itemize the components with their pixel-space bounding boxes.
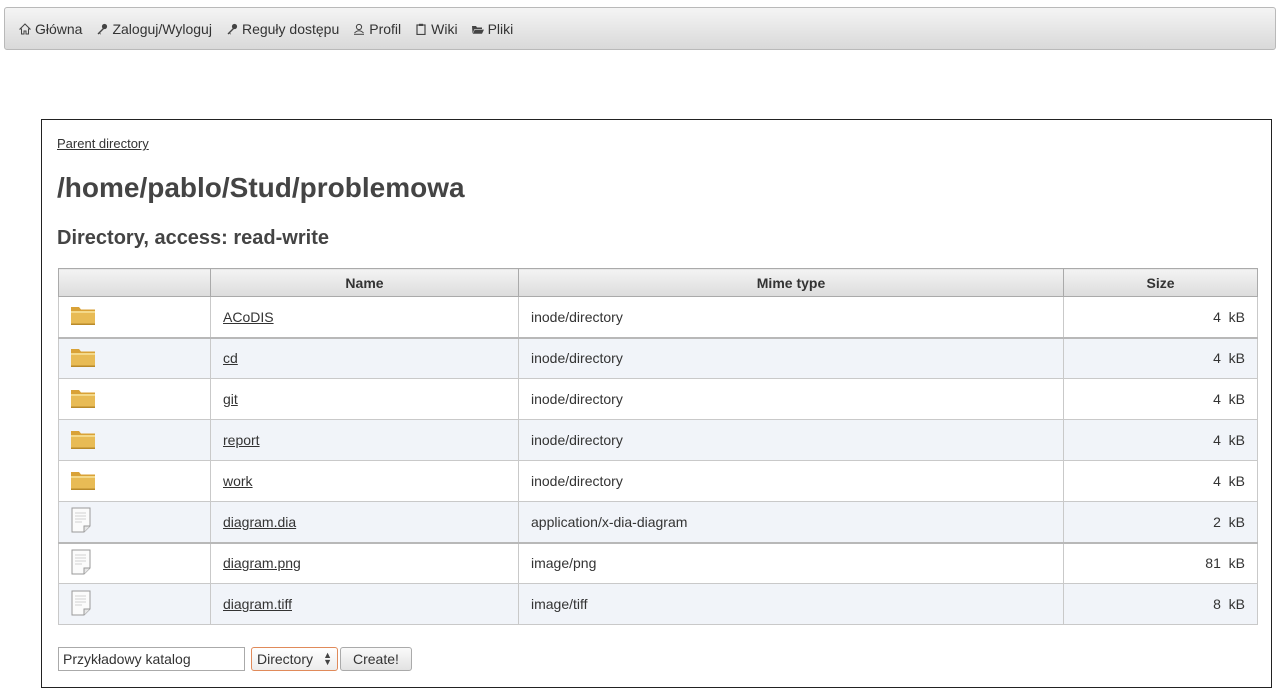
row-size-cell: 8 kB — [1063, 583, 1258, 625]
table-row: cd inode/directory 4 kB — [58, 336, 1258, 379]
file-icon — [70, 507, 92, 536]
nav-files[interactable]: Pliki — [471, 20, 514, 37]
select-arrows-icon: ▲ ▼ — [323, 650, 332, 667]
row-size-cell: 4 kB — [1063, 460, 1258, 502]
create-bar: Directory ▲▼ Create! — [58, 647, 412, 671]
nav-login-logout-label: Zaloguj/Wyloguj — [112, 20, 212, 37]
nav-profile[interactable]: Profil — [352, 21, 401, 37]
file-name-link[interactable]: cd — [223, 350, 238, 366]
key-icon — [225, 22, 239, 36]
file-name-link[interactable]: diagram.png — [223, 555, 301, 571]
folder-icon — [70, 346, 96, 371]
row-icon-cell — [58, 583, 211, 625]
row-name-cell: diagram.tiff — [210, 583, 519, 625]
file-icon — [70, 549, 92, 578]
folder-icon — [70, 304, 96, 329]
row-mime-cell: inode/directory — [518, 419, 1064, 461]
file-name-link[interactable]: git — [223, 391, 238, 407]
folder-icon — [70, 428, 96, 453]
row-icon-cell — [58, 296, 211, 338]
table-row: report inode/directory 4 kB — [58, 419, 1258, 461]
file-name-link[interactable]: report — [223, 432, 260, 448]
clipboard-icon — [414, 22, 428, 36]
directory-path-title: /home/pablo/Stud/problemowa — [57, 172, 465, 203]
row-size-cell: 4 kB — [1063, 419, 1258, 461]
access-heading: Directory, access: read-write — [57, 227, 329, 249]
column-header-name[interactable]: Name — [210, 268, 519, 297]
row-mime-cell: application/x-dia-diagram — [518, 501, 1064, 543]
item-type-select-value: Directory — [257, 651, 314, 667]
nav-login-logout[interactable]: Zaloguj/Wyloguj — [95, 20, 212, 37]
column-header-icon — [58, 268, 211, 297]
row-mime-cell: inode/directory — [518, 378, 1064, 420]
row-size-cell: 4 kB — [1063, 336, 1258, 379]
table-header-row: Name Mime type Size — [58, 268, 1258, 297]
user-icon — [352, 22, 366, 36]
home-icon — [18, 22, 32, 36]
row-name-cell: diagram.png — [210, 541, 519, 584]
file-name-link[interactable]: work — [223, 473, 253, 489]
column-header-size[interactable]: Size — [1063, 268, 1258, 297]
folder-icon — [70, 469, 96, 494]
top-navbar: Główna Zaloguj/Wyloguj Reguły dostępu Pr… — [4, 7, 1276, 50]
nav-files-label: Pliki — [487, 20, 514, 37]
table-row: git inode/directory 4 kB — [58, 378, 1258, 420]
row-mime-cell: image/png — [518, 541, 1064, 584]
table-row: diagram.tiff image/tiff 8 kB — [58, 583, 1258, 625]
table-row: diagram.dia application/x-dia-diagram 2 kB — [58, 501, 1258, 543]
row-name-cell: ACoDIS — [210, 296, 519, 338]
column-header-mime[interactable]: Mime type — [518, 268, 1064, 297]
row-name-cell: work — [210, 460, 519, 502]
row-icon-cell — [58, 419, 211, 461]
table-row: ACoDIS inode/directory 4 kB — [58, 296, 1258, 338]
row-name-cell: git — [210, 378, 519, 420]
parent-directory-link[interactable]: Parent directory — [57, 136, 149, 151]
row-mime-cell: inode/directory — [518, 336, 1064, 379]
nav-access-rules[interactable]: Reguły dostępu — [225, 21, 339, 37]
nav-profile-label: Profil — [369, 20, 402, 37]
file-name-link[interactable]: ACoDIS — [223, 309, 274, 325]
row-name-cell: diagram.dia — [210, 501, 519, 543]
row-icon-cell — [58, 460, 211, 502]
row-icon-cell — [58, 378, 211, 420]
row-mime-cell: inode/directory — [518, 460, 1064, 502]
row-size-cell: 4 kB — [1063, 378, 1258, 420]
row-size-cell: 2 kB — [1063, 501, 1258, 543]
row-mime-cell: image/tiff — [518, 583, 1064, 625]
folder-icon — [70, 387, 96, 412]
row-icon-cell — [58, 501, 211, 543]
row-name-cell: report — [210, 419, 519, 461]
row-size-cell: 4 kB — [1063, 296, 1258, 338]
file-icon — [70, 590, 92, 619]
file-table: Name Mime type Size ACoDIS inode/director… — [58, 268, 1258, 625]
table-row: diagram.png image/png 81 kB — [58, 541, 1258, 584]
create-button[interactable]: Create! — [340, 647, 412, 671]
file-name-link[interactable]: diagram.tiff — [223, 596, 292, 612]
nav-home-label: Główna — [35, 20, 83, 37]
nav-access-rules-label: Reguły dostępu — [241, 20, 340, 37]
row-size-cell: 81 kB — [1063, 541, 1258, 584]
file-name-link[interactable]: diagram.dia — [223, 514, 296, 530]
row-icon-cell — [58, 336, 211, 379]
nav-wiki[interactable]: Wiki — [414, 20, 458, 37]
row-name-cell: cd — [210, 336, 519, 379]
folder-open-icon — [471, 22, 485, 36]
new-item-name-input[interactable] — [58, 647, 245, 671]
key-icon — [95, 22, 109, 36]
directory-panel: Parent directory /home/pablo/Stud/proble… — [41, 119, 1272, 688]
nav-wiki-label: Wiki — [431, 20, 458, 37]
table-row: work inode/directory 4 kB — [58, 460, 1258, 502]
nav-home[interactable]: Główna — [18, 21, 82, 37]
row-mime-cell: inode/directory — [518, 296, 1064, 338]
item-type-select[interactable]: Directory ▲ ▼ — [251, 647, 338, 671]
row-icon-cell — [58, 541, 211, 584]
